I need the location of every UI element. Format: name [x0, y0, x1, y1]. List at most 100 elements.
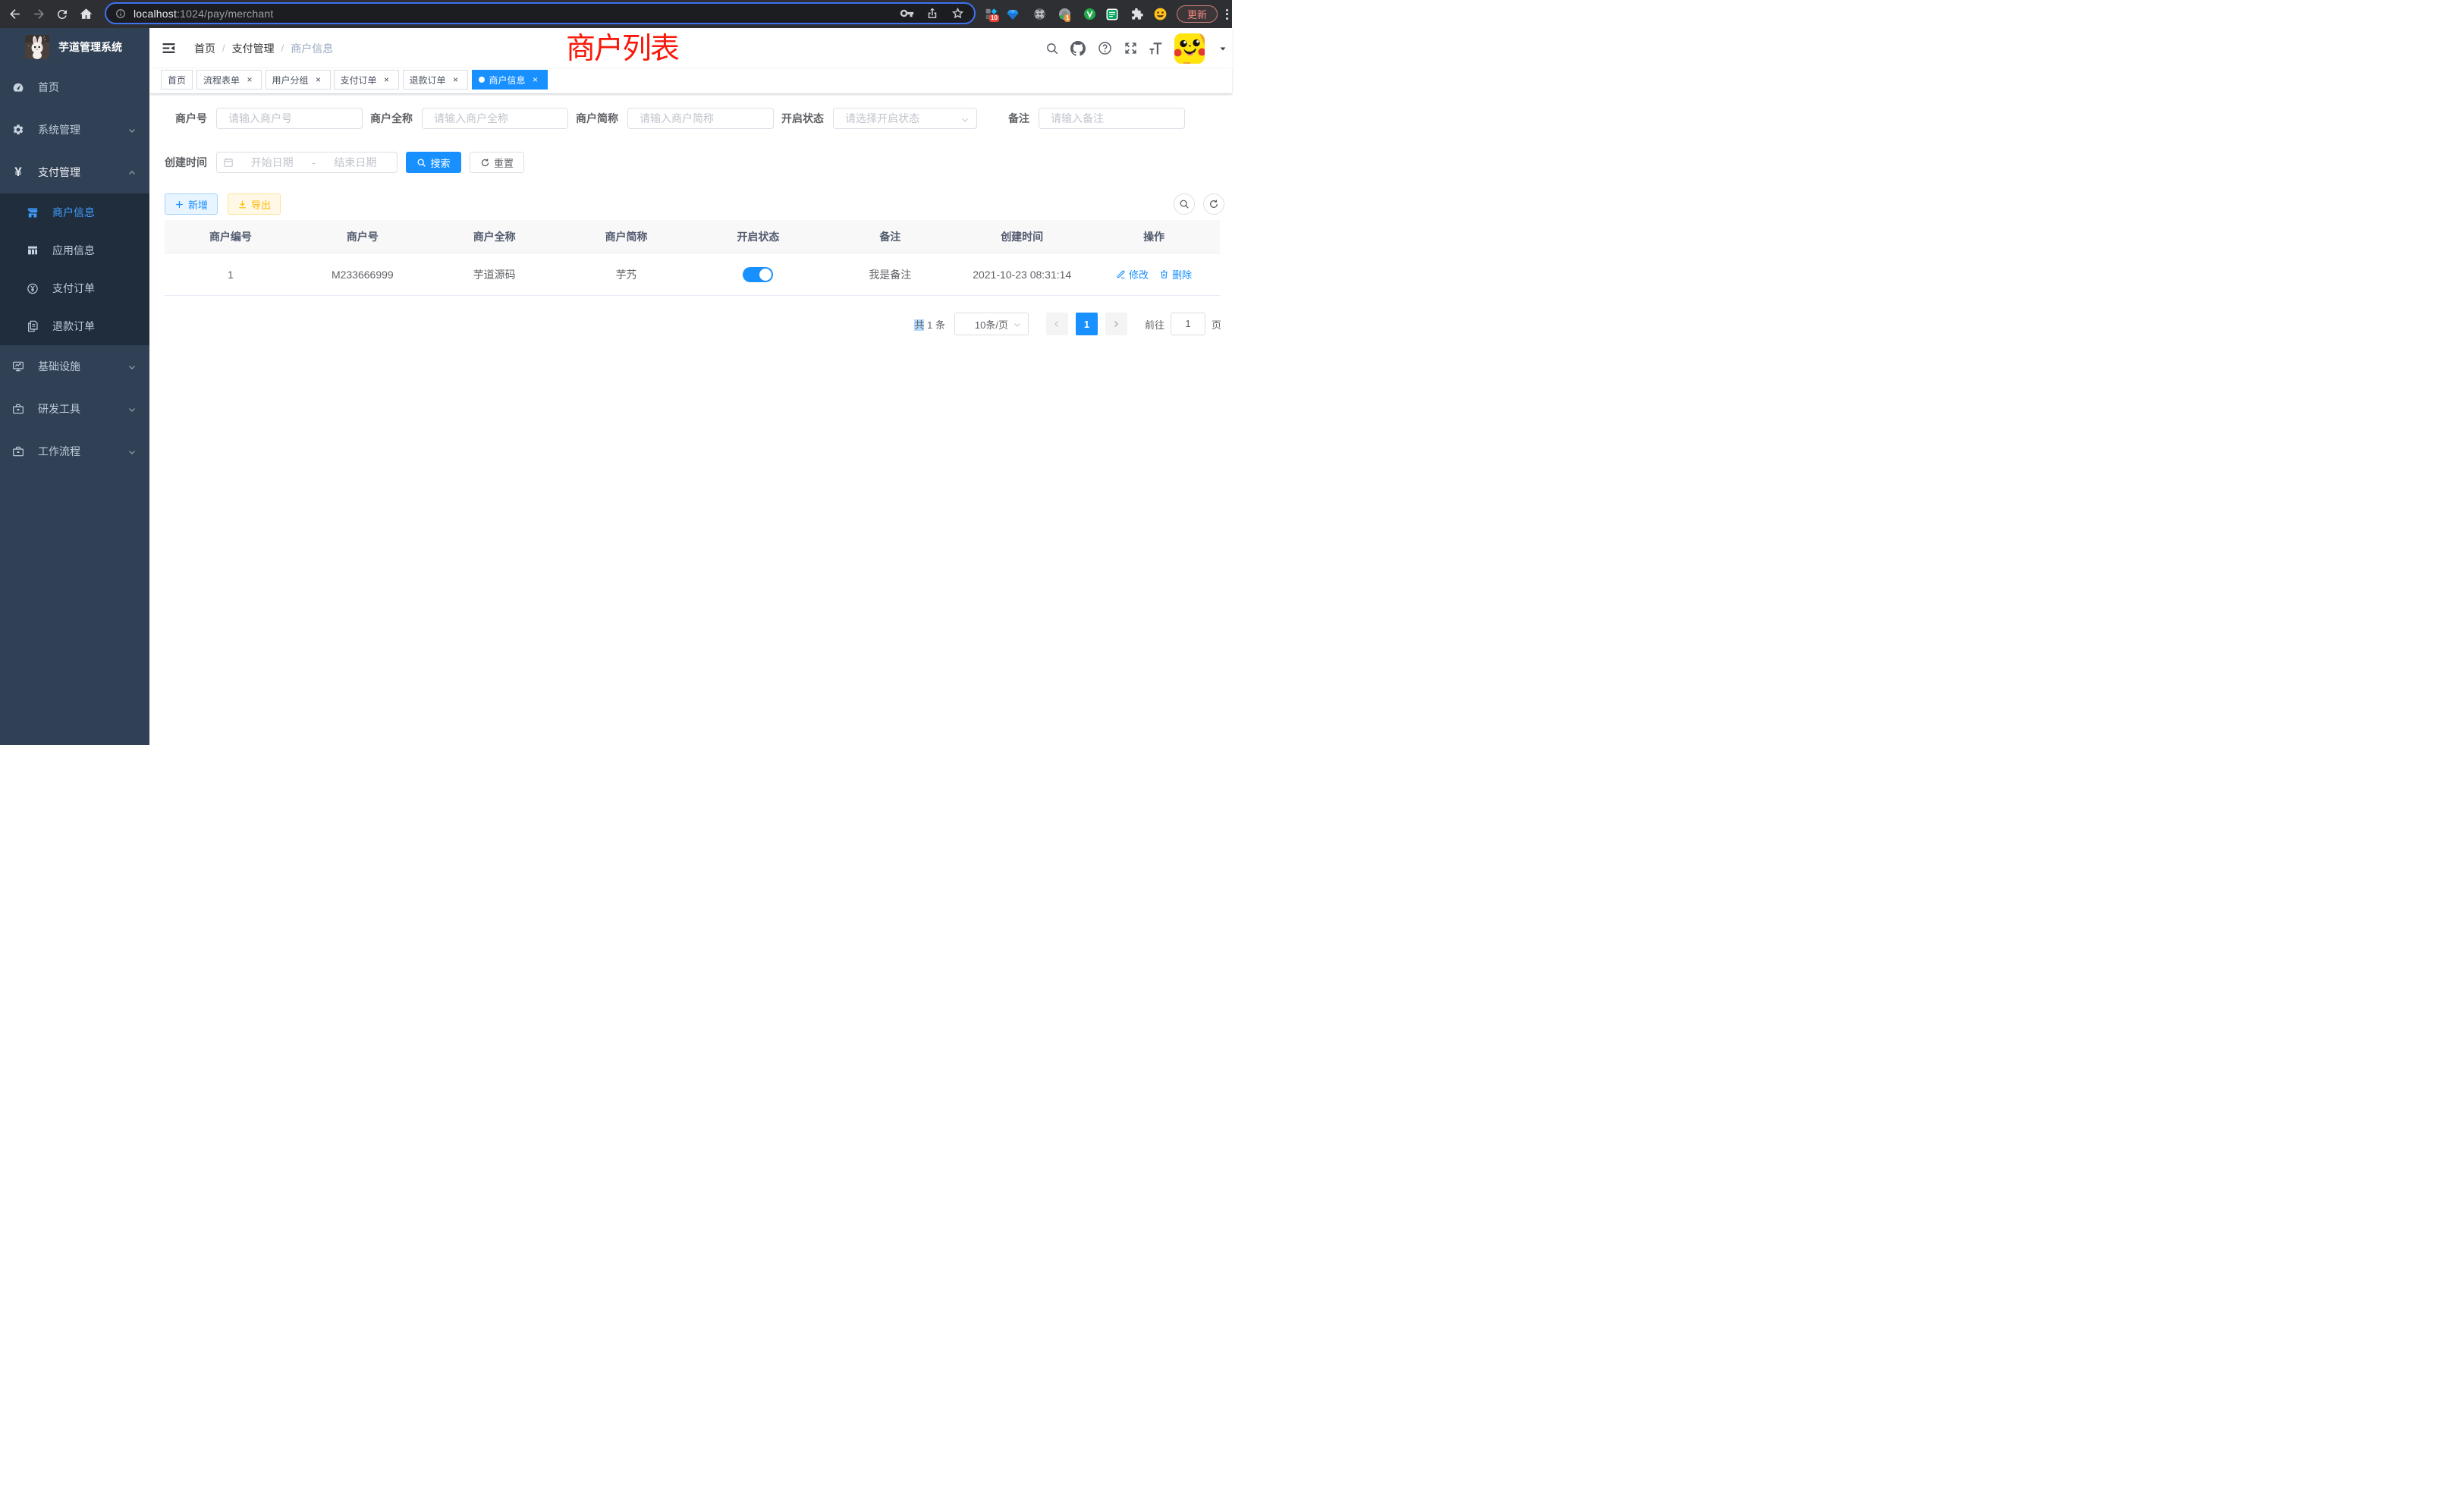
extension-green-v-icon[interactable] [1080, 0, 1099, 28]
extension-emoji-icon[interactable] [1150, 0, 1170, 28]
browser-update-button[interactable]: 更新 [1177, 5, 1218, 23]
header-search-button[interactable] [1041, 28, 1064, 68]
cell-actions: 修改 删除 [1088, 253, 1220, 295]
forward-arrow-icon [32, 7, 46, 21]
page-size-select[interactable]: 10条/页 [954, 313, 1029, 335]
browser-reload-button[interactable] [51, 0, 74, 28]
tag-label: 退款订单 [410, 74, 446, 86]
password-key-icon[interactable] [900, 6, 914, 20]
search-button[interactable]: 搜索 [406, 152, 461, 173]
sidebar-item-app-info[interactable]: 应用信息 [0, 231, 149, 269]
chevron-left-icon [1052, 319, 1061, 328]
remark-input[interactable]: 请输入备注 [1039, 108, 1185, 129]
update-label: 更新 [1187, 7, 1207, 21]
browser-home-button[interactable] [74, 0, 97, 28]
th-status: 开启状态 [693, 220, 825, 253]
edit-link[interactable]: 修改 [1116, 267, 1149, 281]
sidebar-item-home[interactable]: 首页 [0, 66, 149, 108]
sidebar-logo[interactable]: 芋道管理系统 [0, 28, 149, 66]
tag-close-icon[interactable]: × [530, 74, 541, 85]
site-info-icon[interactable] [115, 8, 126, 19]
create-time-range-picker[interactable]: 开始日期 - 结束日期 [216, 152, 398, 173]
logo-rabbit-avatar [25, 35, 49, 59]
breadcrumb-separator: / [281, 42, 284, 54]
breadcrumb-home[interactable]: 首页 [194, 41, 215, 56]
tag-process-form[interactable]: 流程表单 × [196, 70, 262, 90]
status-select[interactable]: 请选择开启状态 [833, 108, 977, 129]
tag-close-icon[interactable]: × [313, 74, 324, 85]
page-button-1[interactable]: 1 [1076, 313, 1098, 335]
address-bar[interactable]: localhost:1024/pay/merchant [105, 2, 976, 24]
show-search-toggle-button[interactable] [1174, 193, 1195, 215]
date-separator: - [307, 156, 320, 168]
yuan-icon: ¥ [12, 166, 24, 178]
status-switch[interactable] [743, 267, 773, 282]
sidebar-item-dev-tools[interactable]: 研发工具 [0, 388, 149, 430]
header-help-button[interactable] [1093, 28, 1116, 68]
sidebar-item-refund-order[interactable]: 退款订单 [0, 307, 149, 345]
back-arrow-icon [8, 7, 22, 21]
date-start-placeholder[interactable]: 开始日期 [237, 155, 307, 170]
extensions-puzzle-button[interactable] [1127, 0, 1146, 28]
calendar-icon [223, 157, 234, 168]
avatar-caret-down-icon[interactable] [1216, 28, 1230, 68]
user-avatar[interactable] [1173, 28, 1206, 68]
add-button[interactable]: 新增 [165, 193, 218, 215]
extension-profile-icon[interactable]: 1 [1054, 0, 1074, 28]
full-name-input[interactable]: 请输入商户全称 [422, 108, 568, 129]
header-fullscreen-button[interactable] [1119, 28, 1142, 68]
tag-user-group[interactable]: 用户分组 × [266, 70, 331, 90]
hamburger-icon[interactable] [162, 41, 176, 55]
refresh-table-button[interactable] [1203, 193, 1224, 215]
tag-close-icon[interactable]: × [382, 74, 392, 85]
sidebar-item-workflow[interactable]: 工作流程 [0, 430, 149, 473]
sidebar-item-merchant-info[interactable]: 商户信息 [0, 193, 149, 231]
goto-page-input[interactable]: 1 [1171, 313, 1205, 335]
header-fontsize-button[interactable] [1144, 28, 1167, 68]
merchant-no-input[interactable]: 请输入商户号 [216, 108, 363, 129]
browser-forward-button[interactable] [27, 0, 50, 28]
breadcrumb-payment[interactable]: 支付管理 [232, 41, 275, 56]
browser-back-button[interactable] [3, 0, 26, 28]
tag-close-icon[interactable]: × [451, 74, 461, 85]
sidebar-item-label: 工作流程 [38, 444, 80, 459]
prev-page-button[interactable] [1046, 313, 1068, 335]
share-icon[interactable] [926, 7, 939, 20]
download-icon [237, 200, 247, 209]
cell-merchant-no: M233666999 [297, 253, 429, 295]
date-end-placeholder[interactable]: 结束日期 [320, 155, 391, 170]
extension-grid-icon[interactable]: 10 [981, 0, 1001, 28]
extension-gem-icon[interactable] [1003, 0, 1023, 28]
tag-merchant-info[interactable]: 商户信息 × [472, 70, 548, 90]
sidebar-item-system[interactable]: 系统管理 [0, 108, 149, 151]
refresh-icon [1208, 199, 1219, 209]
delete-link[interactable]: 删除 [1159, 267, 1192, 281]
chevron-down-icon [127, 362, 137, 371]
tag-refund-order[interactable]: 退款订单 × [403, 70, 468, 90]
cell-create-time: 2021-10-23 08:31:14 [956, 253, 1088, 295]
total-value: 1 [927, 319, 932, 331]
briefcase-icon [12, 445, 24, 457]
placeholder-text: 请输入商户简称 [640, 111, 714, 126]
tag-label: 用户分组 [272, 74, 309, 86]
tag-home[interactable]: 首页 [161, 70, 193, 90]
pagination-total: 共 1 条 [914, 317, 945, 332]
tag-pay-order[interactable]: 支付订单 × [334, 70, 399, 90]
sidebar-item-payment[interactable]: ¥ 支付管理 [0, 151, 149, 193]
short-name-input[interactable]: 请输入商户简称 [627, 108, 774, 129]
header-github-button[interactable] [1067, 28, 1089, 68]
next-page-button[interactable] [1105, 313, 1127, 335]
filter-full-name-label: 商户全称 [370, 108, 422, 129]
goto-label: 前往 [1145, 317, 1164, 332]
browser-menu-button[interactable] [1222, 5, 1231, 24]
tag-label: 流程表单 [203, 74, 240, 86]
sidebar-item-infrastructure[interactable]: 基础设施 [0, 345, 149, 388]
sidebar-item-pay-order[interactable]: 支付订单 [0, 269, 149, 307]
tag-close-icon[interactable]: × [244, 74, 255, 85]
extension-command-icon[interactable] [1029, 0, 1049, 28]
green-chat-icon [1105, 8, 1119, 21]
reset-button[interactable]: 重置 [470, 152, 524, 173]
bookmark-star-icon[interactable] [951, 6, 965, 20]
export-button[interactable]: 导出 [228, 193, 281, 215]
extension-chat-icon[interactable] [1102, 0, 1122, 28]
